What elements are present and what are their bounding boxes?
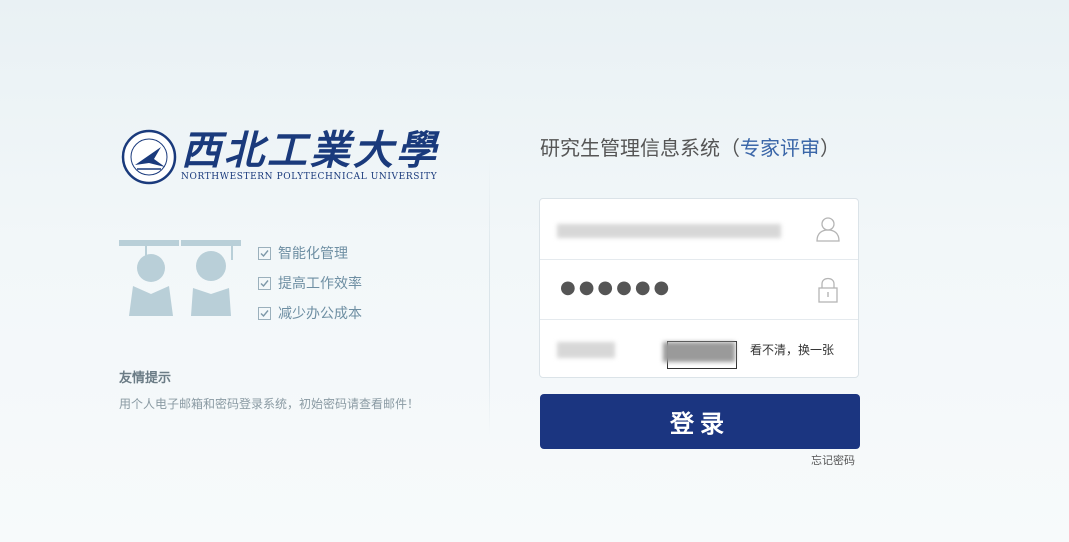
graduates-illustration-icon xyxy=(119,240,241,316)
feature-label: 智能化管理 xyxy=(278,246,348,262)
system-title: 研究生管理信息系统（专家评审） xyxy=(540,132,840,161)
captcha-image-redacted xyxy=(663,342,735,362)
feature-list: 智能化管理 提高工作效率 减少办公成本 xyxy=(258,238,362,328)
password-mask: ●●●●●● xyxy=(560,277,673,298)
vertical-divider xyxy=(489,160,490,435)
username-value-redacted xyxy=(557,224,781,238)
feature-item: 提高工作效率 xyxy=(258,268,362,298)
tip-text: 用个人电子邮箱和密码登录系统，初始密码请查看邮件！ xyxy=(119,397,420,411)
university-logo: 西北工業大學 NORTHWESTERN POLYTECHNICAL UNIVER… xyxy=(121,127,439,187)
system-title-main: 研究生管理信息系统 xyxy=(540,136,720,160)
checkbox-check-icon xyxy=(258,306,271,320)
checkbox-check-icon xyxy=(258,246,271,260)
checkbox-check-icon xyxy=(258,276,271,290)
lock-icon xyxy=(818,277,838,303)
feature-label: 提高工作效率 xyxy=(278,276,362,292)
system-subtitle: 专家评审 xyxy=(740,136,820,160)
captcha-input-redacted xyxy=(557,342,615,358)
system-title-paren-open: （ xyxy=(720,136,740,160)
system-title-paren-close: ） xyxy=(820,136,840,160)
feature-item: 减少办公成本 xyxy=(258,298,362,328)
university-name-en: NORTHWESTERN POLYTECHNICAL UNIVERSITY xyxy=(181,172,438,182)
captcha-image[interactable] xyxy=(663,341,737,369)
forgot-password-link[interactable]: 忘记密码 xyxy=(811,452,855,468)
username-field[interactable] xyxy=(540,199,858,259)
login-button[interactable]: 登录 xyxy=(540,394,860,449)
tip-title: 友情提示 xyxy=(119,371,172,386)
university-seal-icon xyxy=(121,129,177,185)
user-icon xyxy=(816,217,840,242)
university-name-cn: 西北工業大學 xyxy=(181,127,439,174)
captcha-refresh-link[interactable]: 看不清，换一张 xyxy=(750,341,834,358)
captcha-field[interactable]: 看不清，换一张 xyxy=(540,319,858,379)
password-field[interactable]: ●●●●●● xyxy=(540,259,858,319)
feature-item: 智能化管理 xyxy=(258,238,362,268)
feature-label: 减少办公成本 xyxy=(278,306,362,322)
login-form: ●●●●●● 看不清，换一张 xyxy=(539,198,859,378)
